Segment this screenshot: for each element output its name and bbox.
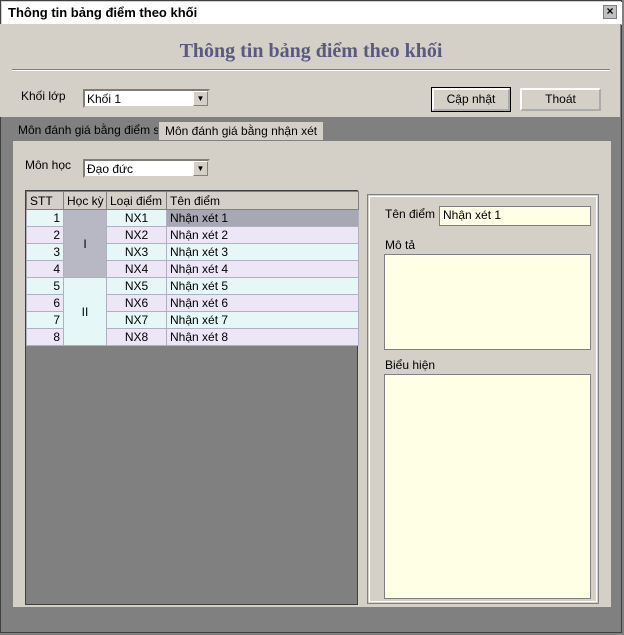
- cell-ten[interactable]: Nhận xét 6: [166, 294, 359, 312]
- cell-stt[interactable]: 1: [26, 209, 64, 227]
- cell-loai[interactable]: NX3: [106, 243, 167, 261]
- cell-stt[interactable]: 5: [26, 277, 64, 295]
- khoi-select[interactable]: Khối 1 ▼: [83, 89, 210, 108]
- cell-loai[interactable]: NX7: [106, 311, 167, 329]
- cell-stt[interactable]: 2: [26, 226, 64, 244]
- cell-hocky[interactable]: I: [63, 209, 107, 278]
- score-grid[interactable]: STT Học kỳ Loại điểm Tên điểm 1 I NX1 Nh…: [25, 190, 359, 605]
- chevron-down-icon[interactable]: ▼: [193, 161, 208, 176]
- col-header-ten[interactable]: Tên điểm: [166, 191, 359, 210]
- khoi-select-value: Khối 1: [87, 92, 122, 106]
- subject-select-value: Đạo đức: [87, 162, 134, 176]
- title-bar: Thông tin bảng điểm theo khối ×: [2, 2, 622, 25]
- cell-loai[interactable]: NX8: [106, 328, 167, 346]
- subject-label: Môn học: [25, 158, 72, 172]
- cell-ten[interactable]: Nhận xét 3: [166, 243, 359, 261]
- header-divider: [12, 69, 610, 71]
- cell-loai[interactable]: NX5: [106, 277, 167, 295]
- cell-loai[interactable]: NX4: [106, 260, 167, 278]
- tab-nhan-xet[interactable]: Môn đánh giá bằng nhận xét: [158, 121, 325, 141]
- ten-diem-field[interactable]: Nhận xét 1: [439, 206, 591, 226]
- page-title: Thông tin bảng điểm theo khối: [179, 40, 443, 62]
- table-header: STT Học kỳ Loại điểm Tên điểm: [26, 191, 359, 210]
- window-title: Thông tin bảng điểm theo khối: [8, 5, 198, 20]
- close-icon[interactable]: ×: [603, 5, 617, 19]
- cell-ten[interactable]: Nhận xét 1: [166, 209, 359, 227]
- subject-select[interactable]: Đạo đức ▼: [83, 159, 210, 178]
- mo-ta-label: Mô tả: [385, 238, 416, 252]
- cell-ten[interactable]: Nhận xét 7: [166, 311, 359, 329]
- exit-button[interactable]: Thoát: [520, 88, 601, 111]
- cell-stt[interactable]: 3: [26, 243, 64, 261]
- cell-ten[interactable]: Nhận xét 8: [166, 328, 359, 346]
- cell-loai[interactable]: NX6: [106, 294, 167, 312]
- ten-diem-label: Tên điểm: [385, 207, 436, 221]
- update-button[interactable]: Cập nhật: [431, 87, 511, 112]
- tab-strip: Môn đánh giá bằng điểm số Môn đánh giá b…: [12, 121, 612, 141]
- table-row[interactable]: 1 I NX1 Nhận xét 1: [26, 209, 359, 278]
- cell-ten[interactable]: Nhận xét 4: [166, 260, 359, 278]
- cell-ten[interactable]: Nhận xét 5: [166, 277, 359, 295]
- score-table: STT Học kỳ Loại điểm Tên điểm 1 I NX1 Nh…: [26, 191, 359, 346]
- chevron-down-icon[interactable]: ▼: [193, 91, 208, 106]
- col-header-stt[interactable]: STT: [26, 191, 64, 210]
- cell-stt[interactable]: 4: [26, 260, 64, 278]
- cell-hocky[interactable]: II: [63, 277, 107, 346]
- cell-loai[interactable]: NX2: [106, 226, 167, 244]
- col-header-hocky[interactable]: Học kỳ: [63, 191, 107, 210]
- cell-ten[interactable]: Nhận xét 2: [166, 226, 359, 244]
- bieu-hien-field[interactable]: [384, 374, 591, 599]
- table-row[interactable]: 5 II NX5 Nhận xét 5: [26, 277, 359, 346]
- cell-stt[interactable]: 7: [26, 311, 64, 329]
- cell-loai[interactable]: NX1: [106, 209, 167, 227]
- khoi-label: Khối lớp: [21, 89, 66, 103]
- cell-stt[interactable]: 6: [26, 294, 64, 312]
- tab-diem-so[interactable]: Môn đánh giá bằng điểm số: [12, 121, 172, 141]
- cell-stt[interactable]: 8: [26, 328, 64, 346]
- col-header-loai[interactable]: Loại điểm: [106, 191, 167, 210]
- bieu-hien-label: Biểu hiện: [385, 358, 436, 372]
- mo-ta-field[interactable]: [384, 254, 591, 350]
